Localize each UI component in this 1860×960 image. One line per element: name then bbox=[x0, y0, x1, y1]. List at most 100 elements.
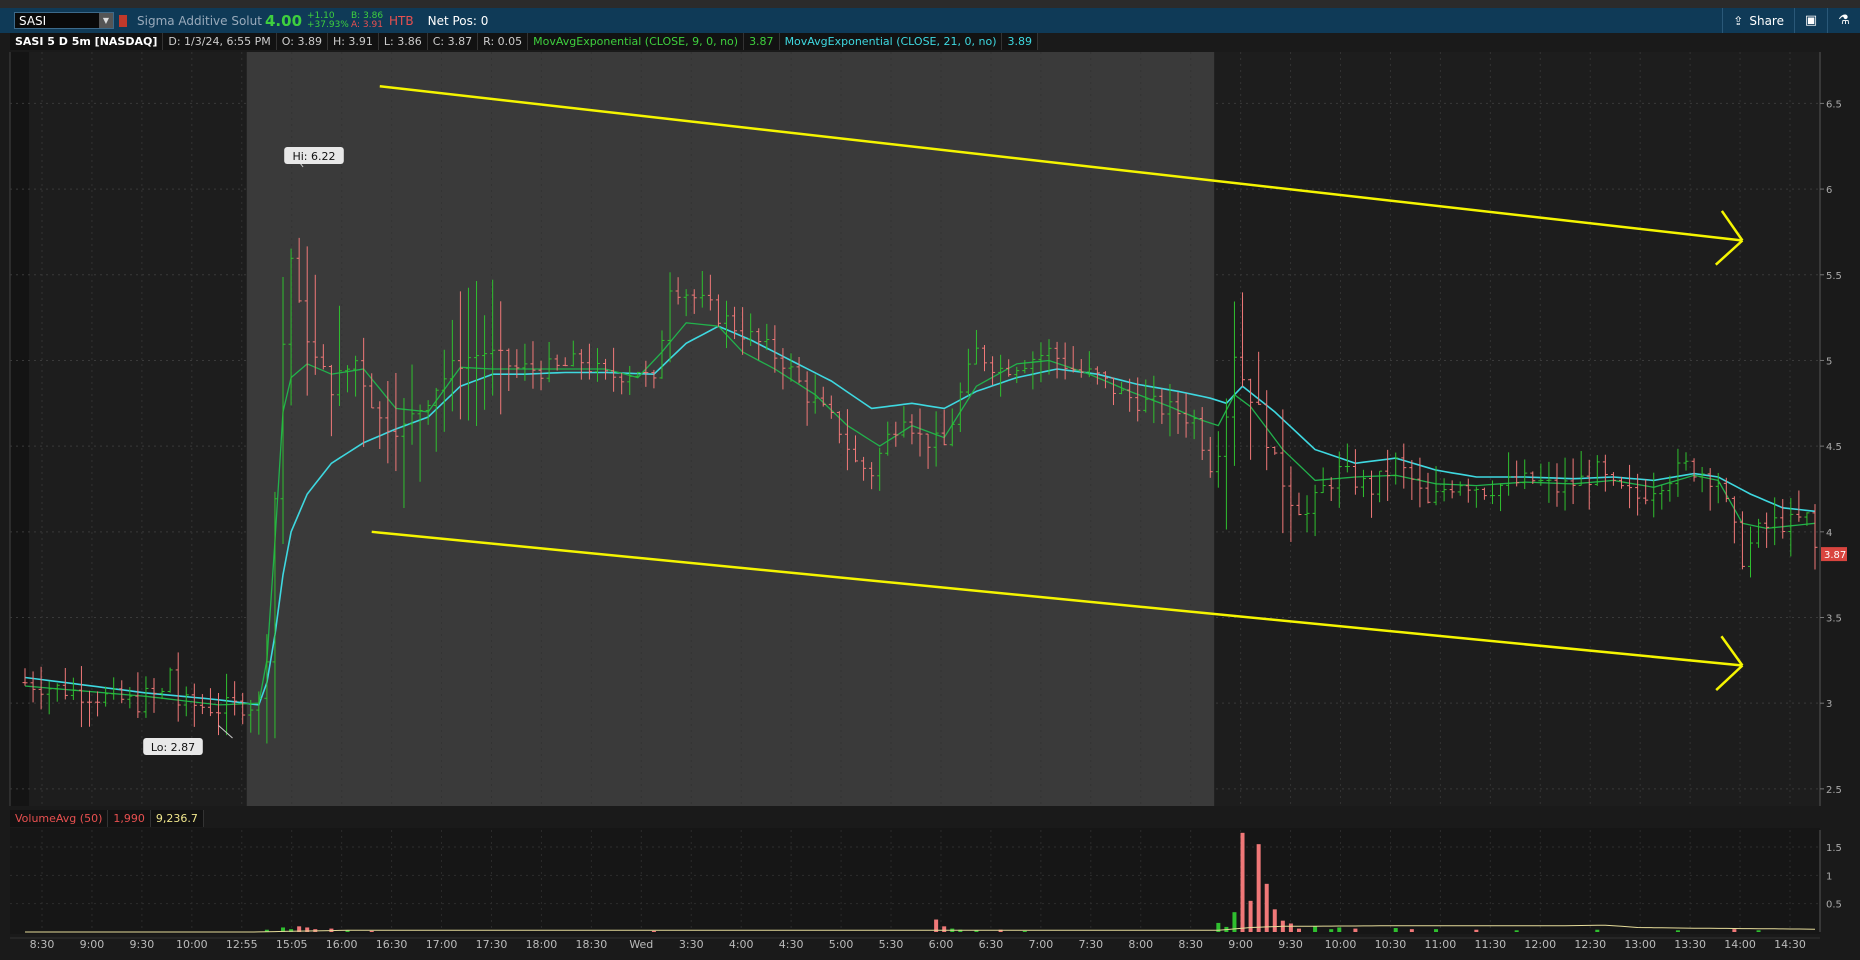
volume-info-bar: VolumeAvg (50) 1,990 9,236.7 bbox=[10, 810, 204, 827]
candle bbox=[691, 289, 697, 314]
net-position: Net Pos: 0 bbox=[427, 13, 489, 28]
price-pane-bg bbox=[10, 52, 1820, 806]
time-tick-label: 9:30 bbox=[130, 938, 155, 951]
volume-bar bbox=[297, 926, 302, 932]
candle bbox=[723, 300, 729, 349]
layout-icon[interactable]: ▣ bbox=[1794, 8, 1827, 33]
time-tick-label: 6:00 bbox=[929, 938, 954, 951]
candle bbox=[1256, 351, 1262, 405]
share-label: Share bbox=[1749, 13, 1784, 28]
candle bbox=[1546, 461, 1552, 503]
last-price-tag-text: 3.87 bbox=[1824, 550, 1846, 561]
hi-label-box bbox=[284, 147, 344, 164]
volume-bar bbox=[1022, 930, 1027, 932]
time-tick-label: 3:30 bbox=[679, 938, 704, 951]
candle bbox=[982, 345, 988, 372]
volume-bar bbox=[1224, 926, 1229, 932]
flask-icon[interactable]: ⚗ bbox=[1827, 8, 1860, 33]
symbol-link-icon[interactable] bbox=[119, 14, 127, 27]
candle bbox=[506, 348, 512, 391]
price-chart[interactable]: 2.5 3 3.5 4 4.5 5 5.5 6 6.5 3.87 8:30 9:00 9:30 10:00… bbox=[0, 0, 1860, 960]
volume-bar bbox=[305, 927, 310, 932]
candle bbox=[941, 409, 947, 446]
trend-line-lower-arrowhead bbox=[1715, 664, 1744, 692]
volume-bar bbox=[958, 929, 963, 932]
candle bbox=[1062, 342, 1068, 380]
candle bbox=[38, 666, 44, 710]
candle bbox=[1296, 492, 1302, 516]
symbol-text: SASI bbox=[19, 13, 47, 28]
volume-bar bbox=[1474, 929, 1479, 932]
volume-bar bbox=[1264, 883, 1269, 932]
volume-bar bbox=[1216, 922, 1221, 932]
candle bbox=[1441, 478, 1447, 502]
candle bbox=[1336, 451, 1342, 508]
candle bbox=[828, 395, 834, 419]
toolbar: SASI ▼ Sigma Additive Solut 4.00 +1.10 +… bbox=[0, 8, 1860, 33]
candle bbox=[1377, 470, 1383, 503]
time-tick-label: 5:30 bbox=[879, 938, 904, 951]
candle bbox=[304, 246, 310, 396]
candle bbox=[103, 686, 109, 707]
candle bbox=[95, 691, 101, 717]
price-tick-label: 3 bbox=[1826, 699, 1832, 710]
chevron-down-icon[interactable]: ▼ bbox=[99, 13, 113, 28]
candle bbox=[1675, 448, 1681, 497]
volume-bar bbox=[345, 930, 350, 932]
candle bbox=[1594, 455, 1600, 486]
candle bbox=[909, 414, 915, 445]
time-tick-label: 8:30 bbox=[1178, 938, 1203, 951]
share-button[interactable]: ⇪ Share bbox=[1722, 8, 1794, 33]
candle bbox=[1344, 443, 1350, 473]
price-tick-label: 4.5 bbox=[1826, 442, 1842, 453]
symbol-input[interactable]: SASI ▼ bbox=[14, 12, 114, 29]
candle bbox=[1522, 459, 1528, 490]
candle bbox=[546, 342, 552, 383]
candle bbox=[1014, 366, 1020, 384]
candle bbox=[232, 681, 238, 716]
volume-bar bbox=[329, 928, 334, 932]
price-change: +1.10 +37.93% bbox=[307, 11, 351, 30]
candle bbox=[1449, 480, 1455, 499]
volume-study-label[interactable]: VolumeAvg (50) bbox=[10, 810, 109, 827]
volume-tick-label: 1 bbox=[1826, 871, 1832, 882]
ema21-value: 3.89 bbox=[1002, 33, 1038, 50]
volume-pane: 0.5 1 1.5 bbox=[10, 830, 1842, 933]
candle bbox=[1659, 485, 1665, 510]
ema9-label[interactable]: MovAvgExponential (CLOSE, 9, 0, no) bbox=[528, 33, 745, 50]
candle bbox=[449, 319, 455, 412]
candle bbox=[441, 349, 447, 432]
time-tick-label: 8:00 bbox=[1128, 938, 1153, 951]
volume-bar bbox=[1248, 900, 1253, 932]
candle bbox=[433, 387, 439, 452]
time-tick-label: 14:00 bbox=[1724, 938, 1756, 951]
session-shade bbox=[1214, 52, 1820, 806]
candle bbox=[675, 277, 681, 305]
price-tick-label: 5.5 bbox=[1826, 271, 1842, 282]
candle bbox=[1231, 301, 1237, 466]
candle bbox=[1159, 388, 1165, 424]
ema21-label[interactable]: MovAvgExponential (CLOSE, 21, 0, no) bbox=[780, 33, 1003, 50]
candle bbox=[1683, 452, 1689, 471]
candle bbox=[530, 341, 536, 389]
candle bbox=[1191, 409, 1197, 440]
candle bbox=[1514, 460, 1520, 487]
candle bbox=[1046, 339, 1052, 375]
candle bbox=[296, 237, 302, 303]
candle bbox=[715, 294, 721, 327]
candle bbox=[1352, 449, 1358, 495]
candle bbox=[1328, 477, 1334, 501]
price-tick-label: 3.5 bbox=[1826, 614, 1842, 625]
candle bbox=[256, 691, 262, 735]
volume-value: 1,990 bbox=[108, 810, 151, 827]
candle bbox=[1756, 518, 1762, 548]
candle bbox=[554, 354, 560, 371]
time-tick-label: 17:00 bbox=[426, 938, 458, 951]
candle bbox=[933, 411, 939, 467]
candle bbox=[861, 456, 867, 481]
chart-title[interactable]: SASI 5 D 5m [NASDAQ] bbox=[10, 33, 164, 50]
ema9-value: 3.87 bbox=[744, 33, 780, 50]
candle bbox=[1425, 472, 1431, 504]
candle bbox=[586, 343, 592, 380]
volume-avg-line bbox=[25, 924, 1816, 933]
